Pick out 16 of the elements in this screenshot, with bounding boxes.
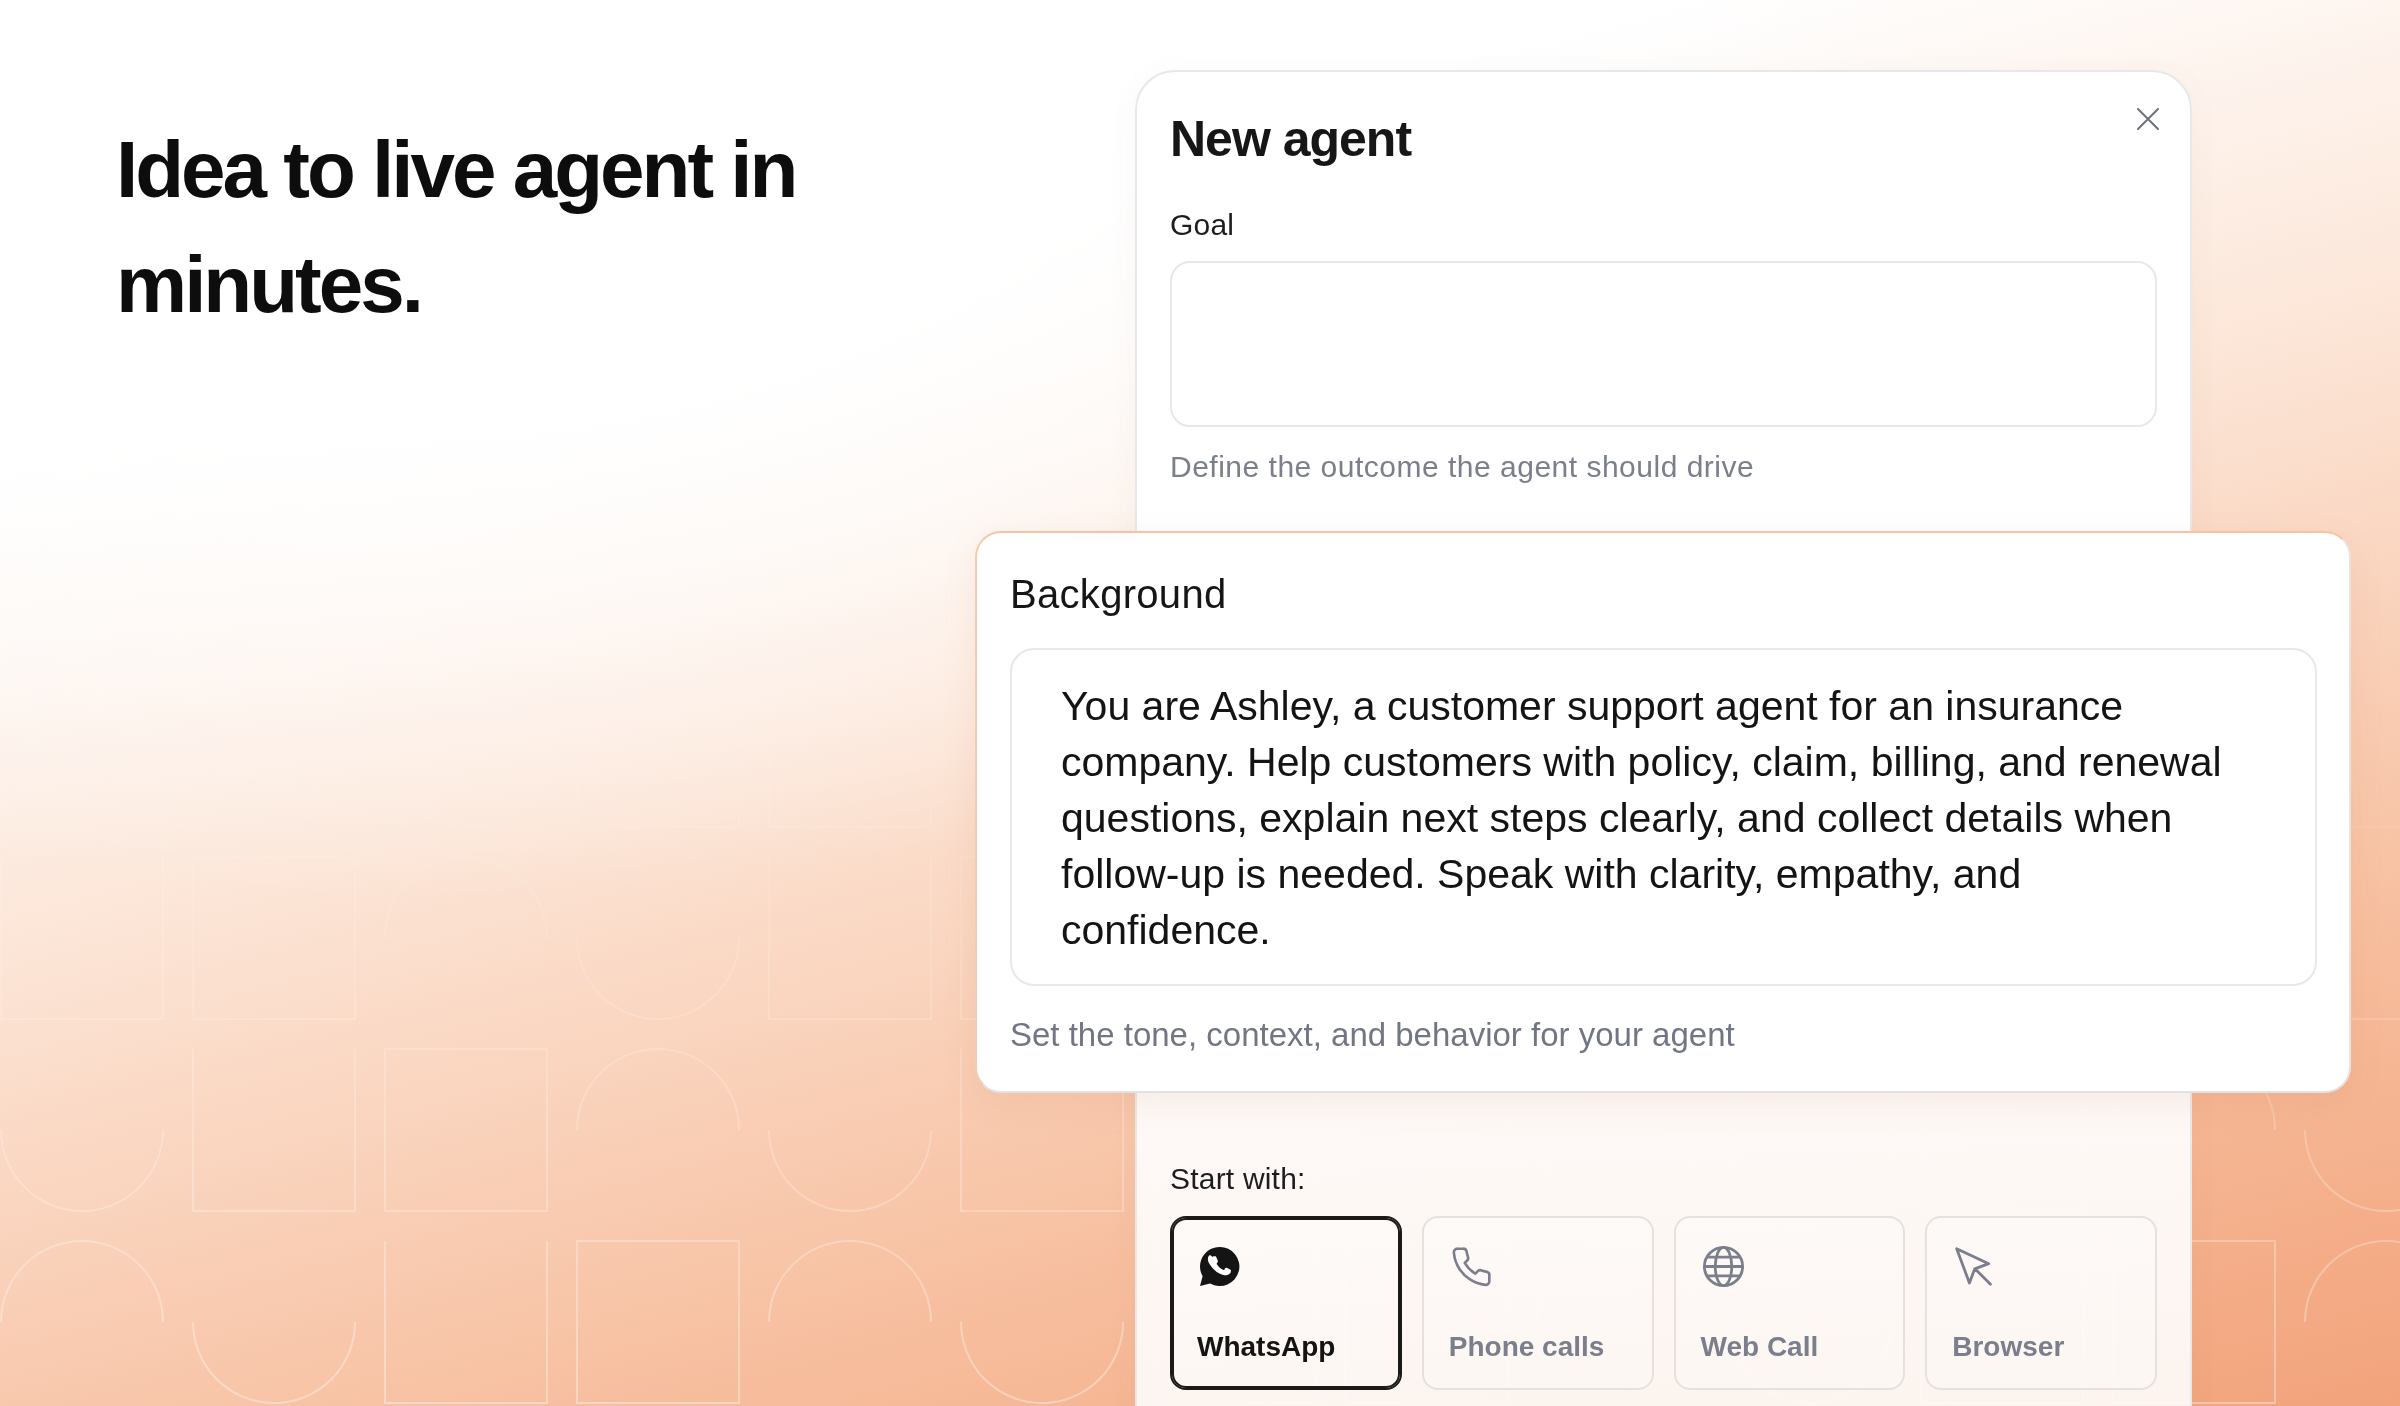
goal-label: Goal (1170, 207, 1236, 243)
goal-hint: Define the outcome the agent should drive (1170, 449, 1756, 485)
close-button[interactable] (2137, 108, 2159, 130)
background-label: Background (1010, 571, 1228, 618)
chat-phone-icon (1197, 1244, 1242, 1289)
globe-icon (1700, 1244, 1746, 1289)
background-hint: Set the tone, context, and behavior for your agent (1010, 1015, 1736, 1055)
headline: Idea to live agent in minutes. (116, 124, 797, 331)
channel-option[interactable]: WhatsApp (1170, 1216, 1402, 1390)
channel-option[interactable]: Web Call (1673, 1216, 1906, 1390)
channel-option[interactable]: Browser (1925, 1216, 2157, 1390)
channel-option[interactable]: Phone calls (1421, 1216, 1654, 1390)
background-textarea[interactable]: You are Ashley, a customer support agent for an insurance company. Help customers with policy, claim, billing, and renewal questions, explain next steps clearly, and collect details when follow-up is needed. Speak with clarity, empathy, and confidence. (1010, 648, 2317, 986)
close-icon (2137, 108, 2159, 130)
start-with-label: Start with: (1170, 1161, 1307, 1197)
dialog-title: New agent (1170, 110, 1412, 169)
